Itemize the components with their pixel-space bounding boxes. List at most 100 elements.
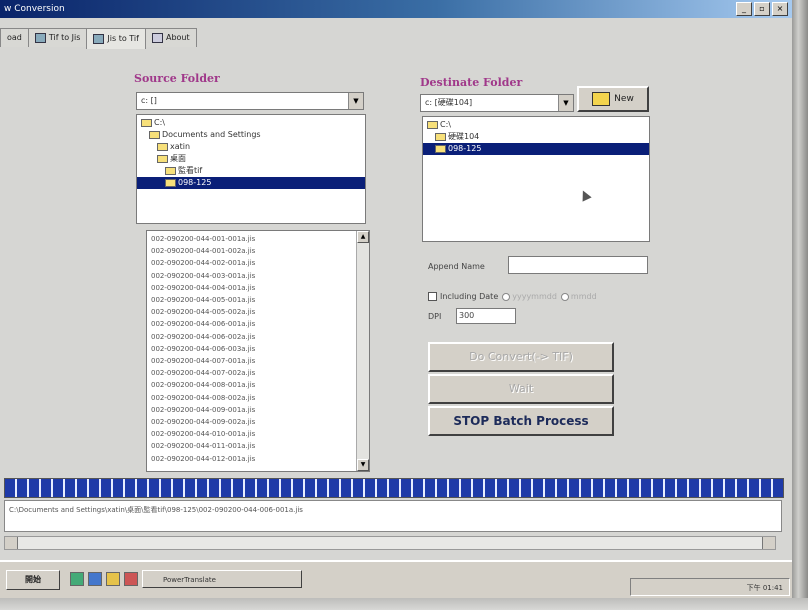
tab-tif-to-jis-label: Tif to Jis — [48, 33, 81, 42]
tree-node[interactable]: 098-125 — [423, 143, 649, 155]
scroll-up-icon[interactable]: ▲ — [357, 231, 369, 243]
start-button[interactable]: 開始 — [6, 570, 60, 590]
source-file-list[interactable]: 002-090200-044-001-001a.jis 002-090200-04… — [146, 230, 370, 472]
source-folder-heading: Source Folder — [134, 72, 220, 85]
list-item[interactable]: 002-090200-044-008-002a.jis — [151, 392, 369, 404]
progress-bar — [4, 478, 784, 498]
folder-icon — [165, 178, 176, 187]
screen: w Conversion _ ▫ × oad Tif to Jis Jis to… — [0, 0, 792, 598]
source-folder-tree[interactable]: C:\ Documents and Settings xatin 桌面監看tif 098… — [136, 114, 366, 224]
destination-drive-value: c: [硬碟104] — [425, 98, 473, 107]
list-item[interactable]: 002-090200-044-003-001a.jis — [151, 270, 369, 282]
tree-node[interactable]: 098-125 — [137, 177, 365, 189]
new-folder-label: New — [614, 94, 634, 104]
monitor-bezel-bottom — [0, 598, 808, 610]
list-item[interactable]: 002-090200-044-001-002a.jis — [151, 245, 369, 257]
stop-batch-button[interactable]: STOP Batch Process — [428, 406, 614, 436]
dpi-field[interactable]: 300 — [456, 308, 516, 324]
tree-node-label: 桌面 — [170, 154, 186, 163]
chevron-down-icon[interactable]: ▼ — [348, 93, 363, 109]
list-item[interactable]: 002-090200-044-004-001a.jis — [151, 282, 369, 294]
tree-node-label: C:\ — [440, 120, 451, 129]
date-format-1-label: yyyymmdd — [512, 292, 557, 301]
progress-fill — [5, 479, 783, 497]
destination-drive-select[interactable]: c: [硬碟104] ▼ — [420, 94, 574, 112]
list-item[interactable]: 002-090200-044-006-001a.jis — [151, 318, 369, 330]
append-name-field[interactable] — [508, 256, 648, 274]
taskbar-item-powertranslate[interactable]: PowerTranslate — [142, 570, 302, 588]
tab-jis-to-tif[interactable]: Jis to Tif — [86, 28, 146, 49]
monitor-bezel-right — [792, 0, 808, 610]
status-horizontal-scrollbar[interactable] — [4, 536, 776, 550]
tree-node[interactable]: 硬碟104 — [423, 131, 649, 143]
tab-about[interactable]: About — [144, 28, 197, 47]
list-item[interactable]: 002-090200-044-005-002a.jis — [151, 306, 369, 318]
tab-load[interactable]: oad — [0, 28, 29, 47]
desktop-icon[interactable] — [70, 572, 84, 586]
tree-node-label: 硬碟104 — [448, 132, 480, 141]
tree-node[interactable]: Documents and Settings — [137, 129, 365, 141]
chevron-down-icon[interactable]: ▼ — [558, 95, 573, 111]
list-item[interactable]: 002-090200-044-005-001a.jis — [151, 294, 369, 306]
tree-node-label: C:\ — [154, 118, 165, 127]
convert-icon — [93, 34, 105, 44]
help-icon — [151, 33, 163, 43]
folder-icon — [435, 132, 446, 141]
scroll-down-icon[interactable]: ▼ — [357, 459, 369, 471]
close-button[interactable]: × — [772, 2, 788, 16]
list-item[interactable]: 002-090200-044-007-002a.jis — [151, 367, 369, 379]
list-item[interactable]: 002-090200-044-007-001a.jis — [151, 355, 369, 367]
tree-node[interactable]: C:\ — [137, 117, 365, 129]
list-item[interactable]: 002-090200-044-009-002a.jis — [151, 416, 369, 428]
source-drive-select[interactable]: c: [] ▼ — [136, 92, 364, 110]
list-item[interactable]: 002-090200-044-006-002a.jis — [151, 331, 369, 343]
scroll-right-icon[interactable] — [762, 537, 775, 549]
wait-button[interactable]: Wait — [428, 374, 614, 404]
minimize-button[interactable]: _ — [736, 2, 752, 16]
date-format-2-label: mmdd — [570, 292, 597, 301]
including-date-option[interactable]: Including Date yyyymmdd mmdd — [428, 292, 597, 301]
window-title: w Conversion — [4, 4, 65, 14]
title-bar: w Conversion _ ▫ × — [0, 0, 792, 18]
tree-node-label: Documents and Settings — [162, 130, 261, 139]
list-item[interactable]: 002-090200-044-012-001a.jis — [151, 453, 369, 465]
date-format-radio-1[interactable] — [502, 292, 511, 301]
new-folder-icon — [592, 92, 611, 106]
folder-icon — [157, 142, 168, 151]
list-item[interactable]: 002-090200-044-011-001a.jis — [151, 440, 369, 452]
list-item[interactable]: 002-090200-044-001-001a.jis — [151, 233, 369, 245]
destination-folder-heading: Destinate Folder — [420, 76, 523, 89]
including-date-checkbox[interactable] — [428, 292, 437, 301]
convert-icon — [34, 33, 46, 43]
folder-icon — [141, 118, 152, 127]
source-drive-value: c: [] — [141, 96, 157, 105]
destination-folder-tree[interactable]: C:\ 硬碟104 098-125 — [422, 116, 650, 242]
tab-tif-to-jis[interactable]: Tif to Jis — [27, 28, 88, 47]
folder-icon — [149, 130, 160, 139]
scroll-left-icon[interactable] — [5, 537, 18, 549]
date-format-radio-2[interactable] — [560, 292, 569, 301]
tree-node[interactable]: xatin — [137, 141, 365, 153]
system-tray-clock: 下午 01:41 — [630, 578, 790, 596]
convert-button[interactable]: Do Convert(-> TIF) — [428, 342, 614, 372]
tree-node[interactable]: C:\ — [423, 119, 649, 131]
list-item[interactable]: 002-090200-044-008-001a.jis — [151, 379, 369, 391]
tree-node-label: xatin — [170, 142, 191, 151]
new-folder-button[interactable]: New — [577, 86, 649, 112]
browser-icon[interactable] — [88, 572, 102, 586]
folder-icon[interactable] — [106, 572, 120, 586]
maximize-button[interactable]: ▫ — [754, 2, 770, 16]
including-date-label: Including Date — [440, 292, 499, 301]
list-item[interactable]: 002-090200-044-010-001a.jis — [151, 428, 369, 440]
tree-node[interactable]: 桌面 — [137, 153, 365, 165]
file-list-scrollbar[interactable]: ▲ ▼ — [356, 231, 369, 471]
folder-icon — [165, 166, 176, 175]
list-item[interactable]: 002-090200-044-002-001a.jis — [151, 257, 369, 269]
dpi-label: DPI — [428, 312, 442, 321]
list-item[interactable]: 002-090200-044-009-001a.jis — [151, 404, 369, 416]
tree-node-label: 098-125 — [448, 144, 482, 153]
list-item[interactable]: 002-090200-044-006-003a.jis — [151, 343, 369, 355]
tree-node[interactable]: 監看tif — [137, 165, 365, 177]
folder-icon — [427, 120, 438, 129]
app-icon[interactable] — [124, 572, 138, 586]
